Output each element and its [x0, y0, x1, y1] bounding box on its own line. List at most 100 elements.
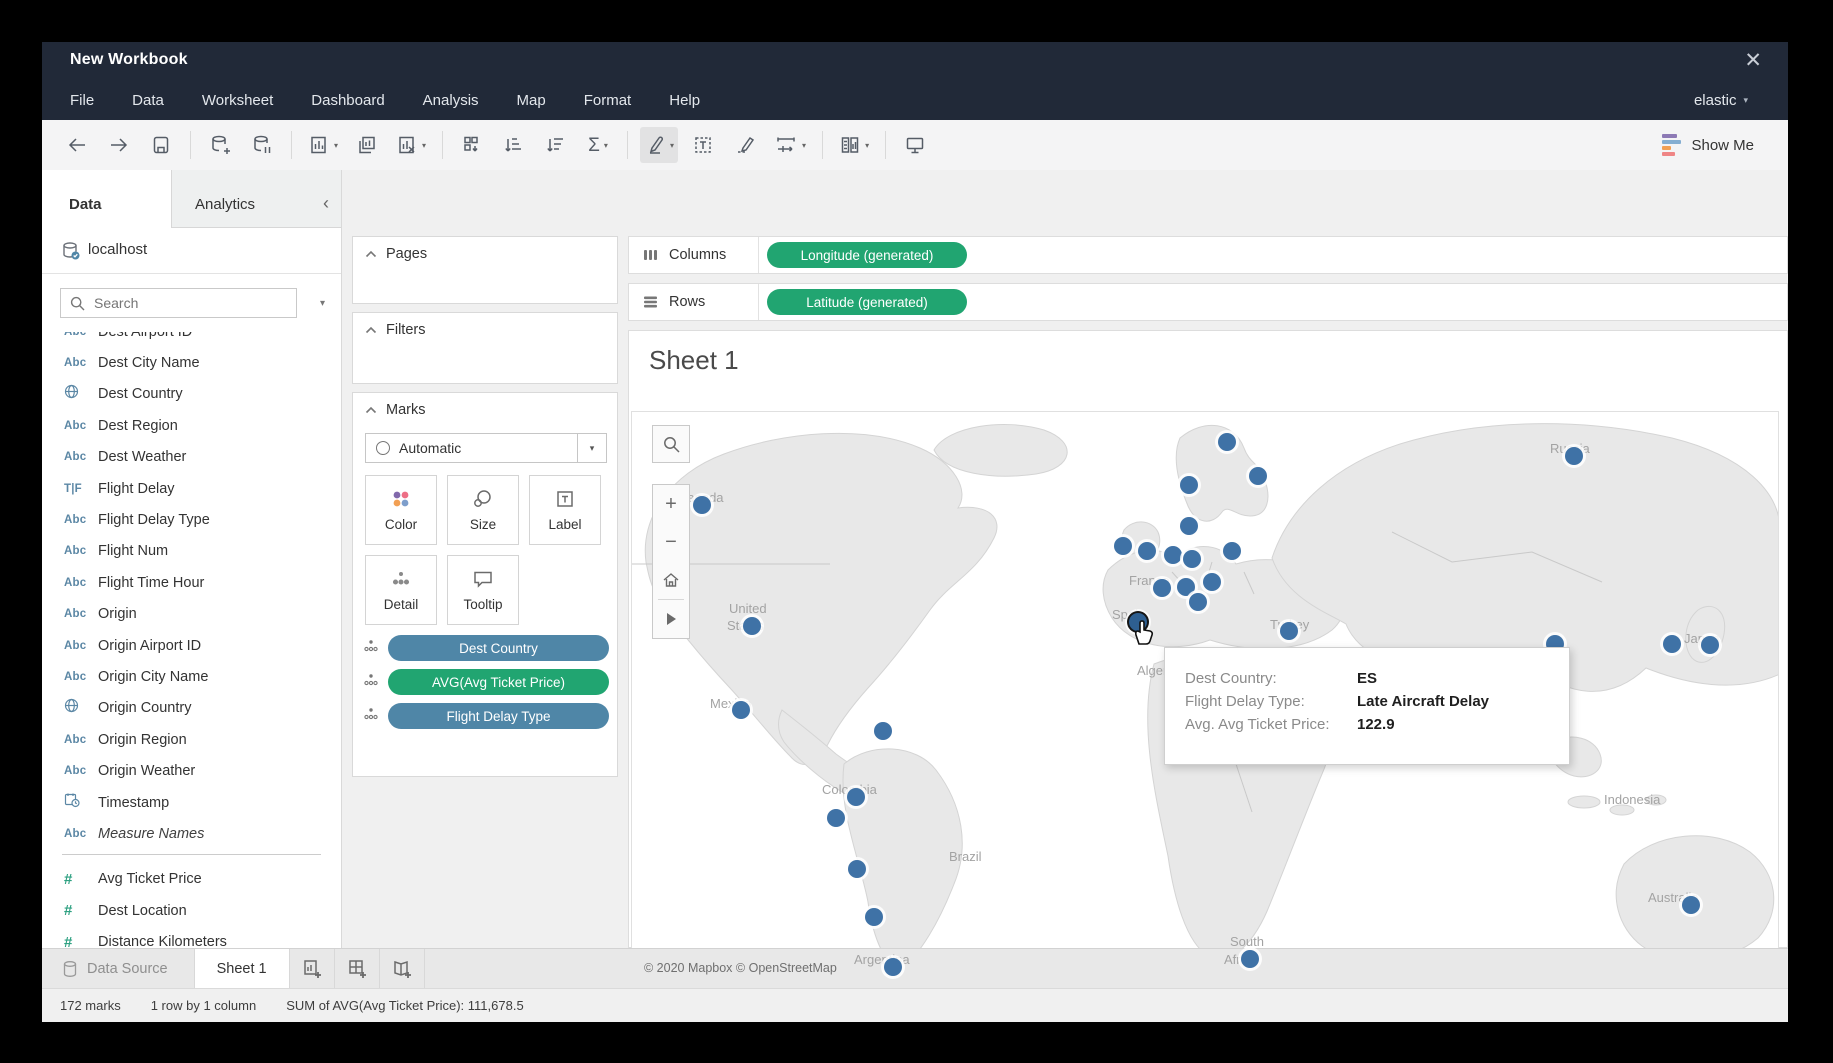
search-input[interactable]: [92, 294, 266, 312]
menu-item-map[interactable]: Map: [517, 92, 546, 109]
swap-rows-columns-button[interactable]: [455, 127, 489, 163]
map-mark-argentina[interactable]: [884, 958, 902, 976]
format-button[interactable]: [728, 127, 762, 163]
collapse-panel-icon[interactable]: ‹: [323, 194, 329, 212]
map-mark-germany[interactable]: [1183, 550, 1201, 568]
map-mark-japan[interactable]: [1701, 636, 1719, 654]
redo-button[interactable]: [102, 127, 136, 163]
map-mark-poland[interactable]: [1223, 542, 1241, 560]
field-flight-num[interactable]: AbcFlight Num: [42, 536, 341, 567]
field-origin-weather[interactable]: AbcOrigin Weather: [42, 755, 341, 786]
close-button[interactable]: ✕: [1744, 48, 1762, 73]
detail-button[interactable]: Detail: [365, 555, 437, 625]
map-mark-peru[interactable]: [848, 860, 866, 878]
field-dest-country[interactable]: Dest Country: [42, 379, 341, 410]
map-mark-switzerland[interactable]: [1177, 578, 1195, 596]
field-avg-ticket-price[interactable]: #Avg Ticket Price: [42, 864, 341, 895]
field-flight-time-hour[interactable]: AbcFlight Time Hour: [42, 567, 341, 598]
sort-descending-button[interactable]: [539, 127, 573, 163]
presentation-mode-button[interactable]: [898, 127, 932, 163]
field-measure-names[interactable]: AbcMeasure Names: [42, 818, 341, 849]
field-dest-airport-id[interactable]: AbcDest Airport ID: [42, 332, 341, 347]
field-dest-weather[interactable]: AbcDest Weather: [42, 442, 341, 473]
field-timestamp[interactable]: Timestamp: [42, 787, 341, 818]
map-search-button[interactable]: [652, 425, 690, 463]
map-mark-caribbean[interactable]: [874, 722, 892, 740]
tab-analytics[interactable]: Analytics: [173, 170, 303, 228]
menu-item-analysis[interactable]: Analysis: [423, 92, 479, 109]
field-origin[interactable]: AbcOrigin: [42, 599, 341, 630]
pill-avg-avg-ticket-price[interactable]: AVG(Avg Ticket Price): [388, 669, 609, 695]
map-mark-norway[interactable]: [1180, 476, 1198, 494]
fit-button[interactable]: ▾: [770, 127, 810, 163]
new-data-source-button[interactable]: [203, 127, 237, 163]
field-distance-kilometers[interactable]: #Distance Kilometers: [42, 926, 341, 948]
label-button[interactable]: Label: [529, 475, 601, 545]
zoom-home-button[interactable]: [653, 561, 689, 599]
save-button[interactable]: [144, 127, 178, 163]
map-mark-mexico[interactable]: [732, 701, 750, 719]
pill-longitude-generated[interactable]: Longitude (generated): [767, 242, 967, 268]
pause-auto-updates-button[interactable]: [245, 127, 279, 163]
new-dashboard-tab-button[interactable]: [335, 949, 380, 988]
show-me-button[interactable]: Show Me: [1662, 129, 1754, 161]
mark-type-dropdown[interactable]: Automatic ▾: [365, 433, 607, 463]
new-story-tab-button[interactable]: [380, 949, 425, 988]
undo-button[interactable]: [60, 127, 94, 163]
pill-flight-delay-type[interactable]: Flight Delay Type: [388, 703, 609, 729]
field-dest-city-name[interactable]: AbcDest City Name: [42, 347, 341, 378]
field-list-scroll[interactable]: AbcDest Airport IDAbcDest City NameDest …: [42, 332, 341, 948]
columns-shelf[interactable]: Columns Longitude (generated): [628, 236, 1788, 274]
zoom-out-button[interactable]: −: [653, 523, 689, 561]
field-dest-region[interactable]: AbcDest Region: [42, 410, 341, 441]
map-mark-finland[interactable]: [1249, 467, 1267, 485]
map-mark-united-states[interactable]: [743, 617, 761, 635]
map-mark-canada[interactable]: [693, 496, 711, 514]
menu-item-file[interactable]: File: [70, 92, 94, 109]
map-mark-australia[interactable]: [1682, 896, 1700, 914]
map-mark-turkey[interactable]: [1280, 622, 1298, 640]
duplicate-sheet-button[interactable]: [350, 127, 384, 163]
new-worksheet-button[interactable]: ▾: [304, 127, 342, 163]
map-mark-chile[interactable]: [865, 908, 883, 926]
map-mark-south-africa[interactable]: [1241, 950, 1259, 968]
rows-shelf[interactable]: Rows Latitude (generated): [628, 283, 1788, 321]
connection-row[interactable]: localhost: [42, 228, 341, 274]
tooltip-button[interactable]: Tooltip: [447, 555, 519, 625]
map-view[interactable]: CanadaUnitedStatesMexicoColombiaBrazilAr…: [631, 411, 1779, 983]
menu-item-help[interactable]: Help: [669, 92, 700, 109]
field-flight-delay-type[interactable]: AbcFlight Delay Type: [42, 504, 341, 535]
filters-card[interactable]: Filters: [352, 312, 618, 384]
highlight-button[interactable]: ▾: [640, 127, 678, 163]
map-mark-united-kingdom[interactable]: [1138, 542, 1156, 560]
map-mark-ecuador[interactable]: [827, 809, 845, 827]
show-mark-labels-button[interactable]: [686, 127, 720, 163]
zoom-in-button[interactable]: +: [653, 485, 689, 523]
field-flight-delay[interactable]: T|FFlight Delay: [42, 473, 341, 504]
tab-sheet-1[interactable]: Sheet 1: [194, 949, 290, 988]
map-mark-denmark[interactable]: [1180, 517, 1198, 535]
map-mark-russia[interactable]: [1565, 447, 1583, 465]
field-origin-city-name[interactable]: AbcOrigin City Name: [42, 661, 341, 692]
data-source-tab[interactable]: Data Source: [42, 949, 194, 988]
map-mark-netherlands[interactable]: [1164, 546, 1182, 564]
map-mark-italy[interactable]: [1189, 593, 1207, 611]
map-mark-south-korea[interactable]: [1663, 635, 1681, 653]
totals-button[interactable]: Σ▾: [581, 127, 615, 163]
pages-card[interactable]: Pages: [352, 236, 618, 304]
search-options-caret[interactable]: ▾: [320, 298, 325, 309]
field-origin-country[interactable]: Origin Country: [42, 693, 341, 724]
menu-item-data[interactable]: Data: [132, 92, 164, 109]
menu-item-worksheet[interactable]: Worksheet: [202, 92, 273, 109]
map-mark-czechia[interactable]: [1203, 573, 1221, 591]
field-origin-airport-id[interactable]: AbcOrigin Airport ID: [42, 630, 341, 661]
map-mark-colombia[interactable]: [847, 788, 865, 806]
menu-item-dashboard[interactable]: Dashboard: [311, 92, 384, 109]
user-menu[interactable]: elastic ▾: [1694, 80, 1748, 120]
search-box[interactable]: [60, 288, 297, 318]
pill-dest-country[interactable]: Dest Country: [388, 635, 609, 661]
show-hide-cards-button[interactable]: ▾: [835, 127, 873, 163]
pan-flyout-button[interactable]: [653, 600, 689, 638]
map-mark-ireland[interactable]: [1114, 537, 1132, 555]
map-mark-france[interactable]: [1153, 579, 1171, 597]
